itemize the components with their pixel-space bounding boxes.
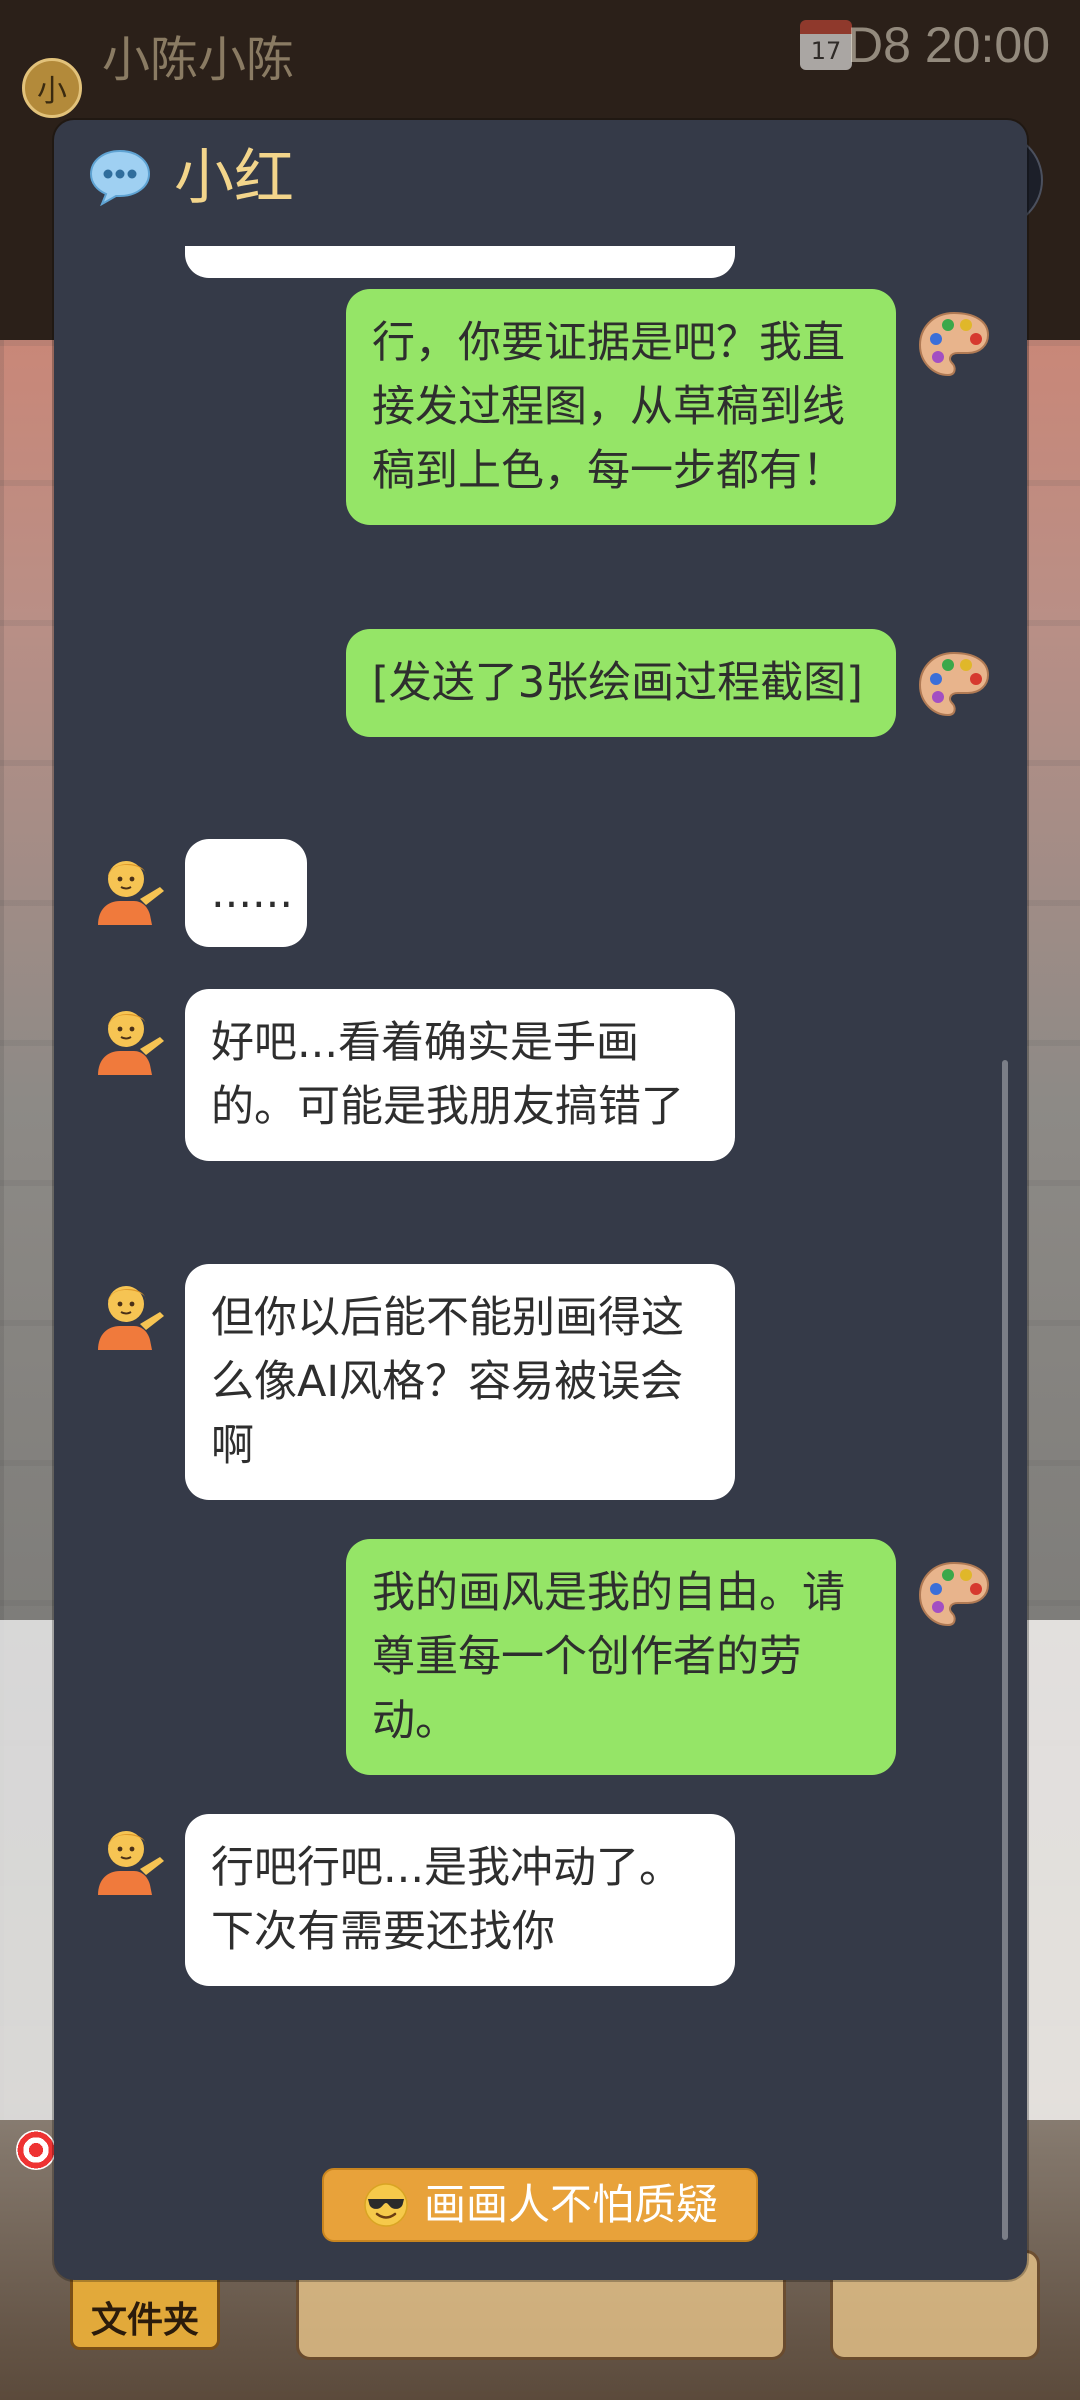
background-side-panel-left [0, 1620, 54, 2120]
target-icon [16, 2130, 56, 2170]
artist-palette-icon [918, 311, 990, 377]
message-list[interactable]: 行，你要证据是吧？我直接发过程图，从草稿到线稿到上色，每一步都有！ [发送了3张… [54, 120, 1027, 2240]
background-username: 小陈小陈 [102, 32, 295, 88]
background-clock: D8 20:00 [847, 16, 1050, 74]
person-tipping-hand-icon [98, 861, 164, 925]
message-list-scrollbar[interactable] [1002, 1060, 1008, 2240]
folder-button: 文件夹 [70, 2270, 220, 2350]
day-label: D8 [847, 17, 911, 73]
message-bubble-mine: [发送了3张绘画过程截图] [346, 629, 896, 737]
message-bubble-theirs: 好吧...看着确实是手画的。可能是我朋友搞错了 [185, 989, 735, 1161]
artist-palette-icon [918, 1561, 990, 1627]
time-label: 20:00 [924, 17, 1050, 73]
message-bubble-mine: 行，你要证据是吧？我直接发过程图，从草稿到线稿到上色，每一步都有！ [346, 289, 896, 525]
person-tipping-hand-icon [98, 1011, 164, 1075]
smiling-face-with-sunglasses-icon [364, 2183, 408, 2227]
person-tipping-hand-icon [98, 1286, 164, 1350]
person-tipping-hand-icon [98, 1831, 164, 1895]
message-bubble-theirs: ...... [185, 839, 307, 947]
message-bubble-partial [185, 246, 735, 278]
message-bubble-mine: 我的画风是我的自由。请尊重每一个创作者的劳动。 [346, 1539, 896, 1775]
message-bubble-theirs: 但你以后能不能别画得这么像AI风格？容易被误会啊 [185, 1264, 735, 1500]
chat-dialog: 小红 行，你要证据是吧？我直接发过程图，从草稿到线稿到上色，每一步都有！ [发送… [54, 120, 1027, 2280]
message-bubble-theirs: 行吧行吧...是我冲动了。下次有需要还找你 [185, 1814, 735, 1986]
reply-action-label: 画画人不怕质疑 [423, 2180, 718, 2229]
background-player-avatar: 小 [22, 58, 82, 118]
reply-action-button[interactable]: 画画人不怕质疑 [322, 2168, 758, 2242]
artist-palette-icon [918, 651, 990, 717]
calendar-icon: 17 [800, 20, 852, 70]
